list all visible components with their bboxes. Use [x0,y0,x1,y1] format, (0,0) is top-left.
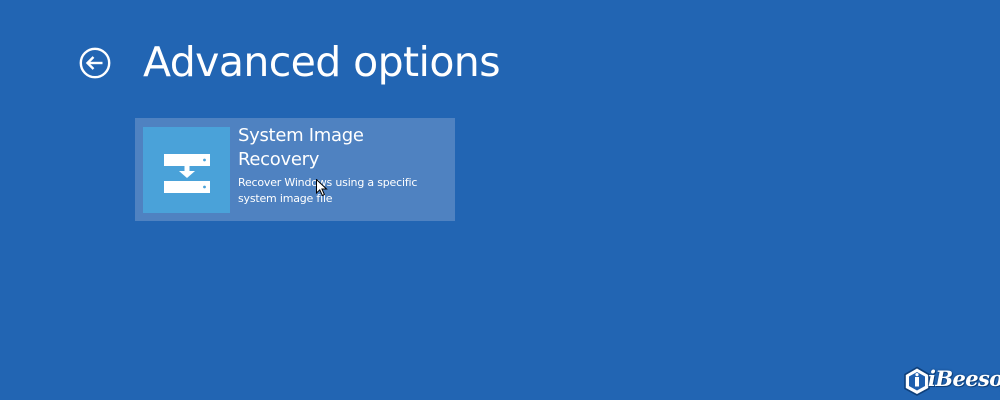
option-title: System Image Recovery [238,125,364,170]
mouse-cursor-icon [316,178,328,197]
page-title: Advanced options [143,38,501,86]
ibeesoft-watermark: iBeesoft [902,364,1000,396]
option-description: Recover Windows using a specific system … [238,176,418,205]
system-image-recovery-option[interactable]: System Image Recovery Recover Windows us… [135,118,455,221]
watermark-text: iBeesoft [928,366,1000,391]
back-arrow-icon [79,47,111,79]
back-button[interactable] [79,47,111,79]
system-image-recovery-icon [143,127,230,213]
